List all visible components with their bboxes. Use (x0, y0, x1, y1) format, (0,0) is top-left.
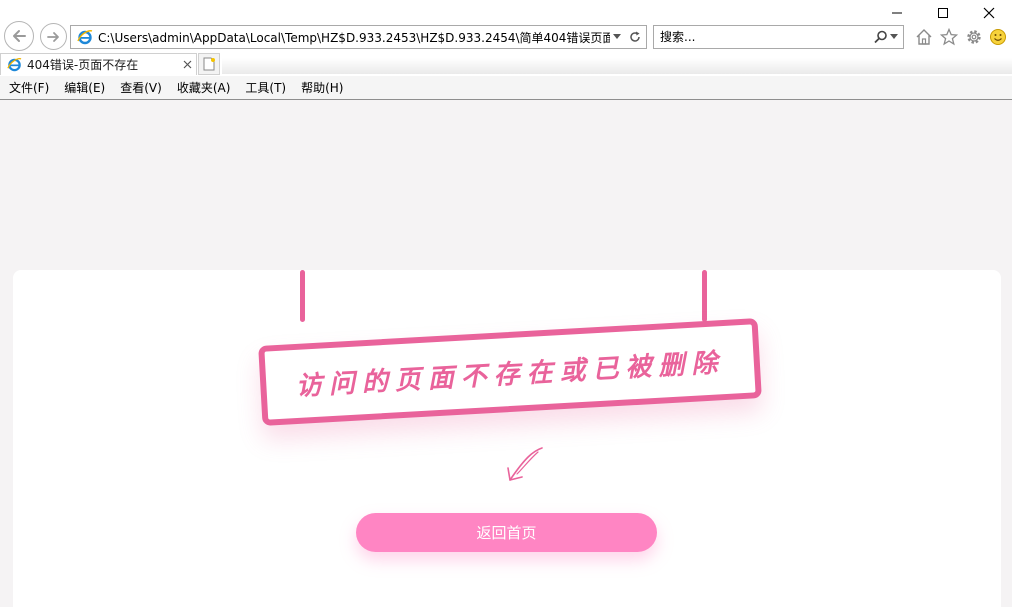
home-icon (916, 29, 932, 45)
search-box[interactable] (653, 25, 904, 49)
browser-chrome: C:\Users\admin\AppData\Local\Temp\HZ$D.9… (0, 0, 1012, 100)
search-input[interactable] (654, 30, 869, 44)
maximize-icon (938, 8, 948, 18)
gear-icon (967, 30, 981, 44)
back-to-home-button[interactable]: 返回首页 (356, 513, 657, 552)
favorites-button[interactable] (938, 26, 960, 48)
address-dropdown[interactable] (610, 34, 624, 40)
search-button[interactable] (869, 30, 903, 44)
error-sign: 访问的页面不存在或已被删除 (258, 318, 762, 426)
close-icon (183, 60, 191, 69)
address-bar[interactable]: C:\Users\admin\AppData\Local\Temp\HZ$D.9… (70, 25, 647, 49)
refresh-icon (630, 31, 640, 42)
error-message: 访问的页面不存在或已被删除 (295, 347, 726, 402)
forward-button[interactable] (40, 23, 67, 50)
error-card: 访问的页面不存在或已被删除 返回首页 (13, 270, 1001, 607)
refresh-button[interactable] (624, 31, 646, 43)
forward-arrow-icon (46, 31, 59, 42)
tab-close-button[interactable] (178, 60, 196, 69)
menu-help[interactable]: 帮助(H) (295, 77, 349, 99)
chevron-down-icon (890, 34, 898, 39)
menu-edit[interactable]: 编辑(E) (58, 77, 111, 99)
address-text[interactable]: C:\Users\admin\AppData\Local\Temp\HZ$D.9… (95, 29, 610, 46)
close-icon (983, 7, 995, 19)
chevron-down-icon (613, 34, 621, 39)
menu-tools[interactable]: 工具(T) (239, 77, 292, 99)
feedback-button[interactable] (987, 26, 1009, 48)
menu-favorites[interactable]: 收藏夹(A) (171, 77, 237, 99)
tab-title: 404错误-页面不存在 (27, 58, 139, 72)
minimize-icon (892, 12, 902, 14)
close-window-button[interactable] (966, 0, 1012, 26)
smiley-icon (990, 29, 1006, 45)
maximize-button[interactable] (920, 0, 966, 26)
tab-active[interactable]: 404错误-页面不存在 (0, 53, 197, 75)
sign-rope-right (702, 270, 707, 322)
search-icon (874, 30, 887, 44)
sign-rope-left (300, 270, 305, 322)
back-button[interactable] (4, 21, 34, 51)
home-tool-button[interactable] (913, 26, 935, 48)
new-tab-icon (203, 57, 215, 71)
menu-file[interactable]: 文件(F) (3, 77, 55, 99)
star-icon (940, 28, 958, 46)
back-arrow-icon (13, 30, 26, 42)
new-tab-button[interactable] (198, 53, 220, 75)
window-controls (874, 0, 1012, 26)
menu-bar: 文件(F) 编辑(E) 查看(V) 收藏夹(A) 工具(T) 帮助(H) (0, 76, 1012, 100)
tab-strip (222, 58, 1012, 74)
ie-page-icon (75, 27, 95, 47)
down-arrow-icon (507, 447, 543, 481)
menu-view[interactable]: 查看(V) (114, 77, 168, 99)
settings-button[interactable] (963, 26, 985, 48)
ie-tab-icon (5, 57, 23, 72)
minimize-button[interactable] (874, 0, 920, 26)
